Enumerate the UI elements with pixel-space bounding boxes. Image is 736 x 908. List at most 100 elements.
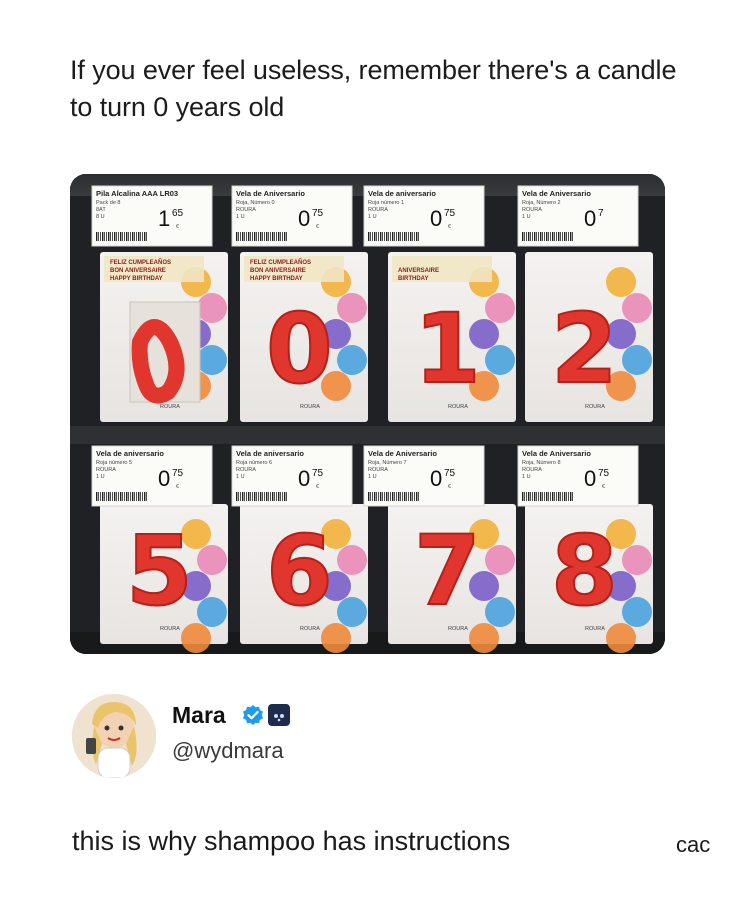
brand-label: ROURA xyxy=(448,626,468,632)
package-greeting-text: ANIVERSAIRE xyxy=(398,268,439,274)
brand-label: ROURA xyxy=(300,626,320,632)
price-currency: € xyxy=(316,224,319,230)
candle-package: FELIZ CUMPLEAÑOS BON ANIVERSAIRE HAPPY BIR… xyxy=(100,252,228,422)
price-tag: Vela de Aniversario Roja, Número 7ROURA1 … xyxy=(363,445,485,507)
price-tag-brand: ROURA xyxy=(522,207,542,213)
price-integer: 0 xyxy=(430,206,442,231)
candle-digit: 2 xyxy=(551,293,618,405)
package-greeting-text: HAPPY BIRTHDAY xyxy=(110,276,163,282)
price-tag-units: 1 U xyxy=(368,474,377,480)
price-tag-brand: ROURA xyxy=(236,467,256,473)
price-tag: Vela de Aniversario Roja, Número 8ROURA1 … xyxy=(517,445,639,507)
price-integer: 0 xyxy=(298,206,310,231)
candle-package: 7ROURA xyxy=(388,504,516,653)
candle-digit: 8 xyxy=(551,515,618,627)
price-tag-brand: 8AT xyxy=(96,207,106,213)
avatar[interactable] xyxy=(72,694,156,778)
price-tag-description: Roja, Número 7 xyxy=(368,460,407,466)
price-tag-title: Vela de aniversario xyxy=(236,449,304,458)
post-title: If you ever feel useless, remember there… xyxy=(70,55,677,122)
price-decimal: 75 xyxy=(312,208,324,219)
price-tag-description: Pack de 8 xyxy=(96,200,120,206)
candle-package: ANIVERSAIRE BIRTHDAY 1ROURA xyxy=(388,252,516,422)
package-greeting-text: BON ANIVERSAIRE xyxy=(250,268,306,274)
price-tag: Vela de Aniversario Roja, Número 0ROURA1 … xyxy=(231,185,353,247)
price-tag-description: Roja número 1 xyxy=(368,200,404,206)
brand-label: ROURA xyxy=(300,404,320,410)
candle-digit: 5 xyxy=(126,515,193,627)
candle-digit: 7 xyxy=(414,515,481,627)
price-integer: 0 xyxy=(158,466,170,491)
price-tag-units: 1 U xyxy=(236,474,245,480)
price-decimal: 75 xyxy=(444,468,456,479)
package-greeting-text: HAPPY BIRTHDAY xyxy=(250,276,303,282)
author-block: Mara @wydmara xyxy=(72,694,572,778)
price-decimal: 75 xyxy=(172,468,184,479)
price-currency: € xyxy=(176,224,179,230)
reply-text: this is why shampoo has instructions xyxy=(72,826,511,856)
price-decimal: 7 xyxy=(598,208,604,219)
price-tag-brand: ROURA xyxy=(236,207,256,213)
price-currency: € xyxy=(176,484,179,490)
price-currency: € xyxy=(602,484,605,490)
price-tag-title: Vela de Aniversario xyxy=(368,449,437,458)
candle-shelf-photo: FELIZ CUMPLEAÑOS BON ANIVERSAIRE HAPPY BIR… xyxy=(70,174,665,654)
price-tag-units: 1 U xyxy=(368,214,377,220)
brand-label: ROURA xyxy=(585,404,605,410)
package-greeting-text: BON ANIVERSAIRE xyxy=(110,268,166,274)
price-decimal: 75 xyxy=(444,208,456,219)
price-integer: 0 xyxy=(584,206,596,231)
brand-label: ROURA xyxy=(160,626,180,632)
candle-digit: 1 xyxy=(414,293,481,405)
price-integer: 1 xyxy=(158,206,170,231)
price-decimal: 65 xyxy=(172,208,184,219)
price-tag-title: Vela de aniversario xyxy=(96,449,164,458)
brand-label: ROURA xyxy=(585,626,605,632)
price-decimal: 75 xyxy=(598,468,610,479)
cut-off-text: cac xyxy=(676,832,711,857)
brand-label: ROURA xyxy=(448,404,468,410)
author-handle[interactable]: @wydmara xyxy=(172,738,284,764)
price-integer: 0 xyxy=(430,466,442,491)
avatar-illustration-icon xyxy=(72,694,156,778)
price-tag: Vela de aniversario Roja número 1ROURA1 U… xyxy=(363,185,485,247)
candle-package: 2ROURA xyxy=(525,252,653,422)
price-tag-units: 8 U xyxy=(96,214,105,220)
affiliate-badge-icon xyxy=(268,704,290,726)
package-greeting-text: BIRTHDAY xyxy=(398,276,428,282)
price-tag: Vela de aniversario Roja número 5ROURA1 U… xyxy=(91,445,213,507)
price-tag-units: 1 U xyxy=(522,214,531,220)
price-integer: 0 xyxy=(584,466,596,491)
price-tag-title: Pila Alcalina AAA LR03 xyxy=(96,189,178,198)
package-greeting-text: FELIZ CUMPLEAÑOS xyxy=(250,259,311,266)
price-tag-brand: ROURA xyxy=(368,207,388,213)
verified-badge-icon xyxy=(243,705,263,725)
candle-package: FELIZ CUMPLEAÑOS BON ANIVERSAIRE HAPPY BIR… xyxy=(240,252,368,422)
price-tag-brand: ROURA xyxy=(522,467,542,473)
price-tag-description: Roja número 5 xyxy=(96,460,132,466)
price-tag-description: Roja, Número 2 xyxy=(522,200,561,206)
author-name[interactable]: Mara xyxy=(172,702,226,729)
candle-package: 8ROURA xyxy=(525,504,653,653)
price-tag-brand: ROURA xyxy=(368,467,388,473)
candle-package: 5ROURA xyxy=(100,504,228,653)
candle-package: 6ROURA xyxy=(240,504,368,653)
price-tag-title: Vela de Aniversario xyxy=(522,449,591,458)
price-tag: Vela de Aniversario Roja, Número 2ROURA1 … xyxy=(517,185,639,247)
price-tag: Pila Alcalina AAA LR03 Pack de 88AT8 U 1 65… xyxy=(91,185,213,247)
price-tag-brand: ROURA xyxy=(96,467,116,473)
post-photo[interactable]: FELIZ CUMPLEAÑOS BON ANIVERSAIRE HAPPY BIR… xyxy=(70,174,665,654)
brand-label: ROURA xyxy=(160,404,180,410)
price-currency: € xyxy=(316,484,319,490)
price-tag-units: 1 U xyxy=(96,474,105,480)
price-tag-title: Vela de Aniversario xyxy=(236,189,305,198)
price-decimal: 75 xyxy=(312,468,324,479)
price-tag-description: Roja, Número 0 xyxy=(236,200,275,206)
price-tag-description: Roja número 6 xyxy=(236,460,272,466)
price-integer: 0 xyxy=(298,466,310,491)
price-tag-description: Roja, Número 8 xyxy=(522,460,561,466)
price-currency: € xyxy=(448,484,451,490)
package-greeting-text: FELIZ CUMPLEAÑOS xyxy=(110,259,171,266)
price-tag-title: Vela de aniversario xyxy=(368,189,436,198)
price-tag-title: Vela de Aniversario xyxy=(522,189,591,198)
